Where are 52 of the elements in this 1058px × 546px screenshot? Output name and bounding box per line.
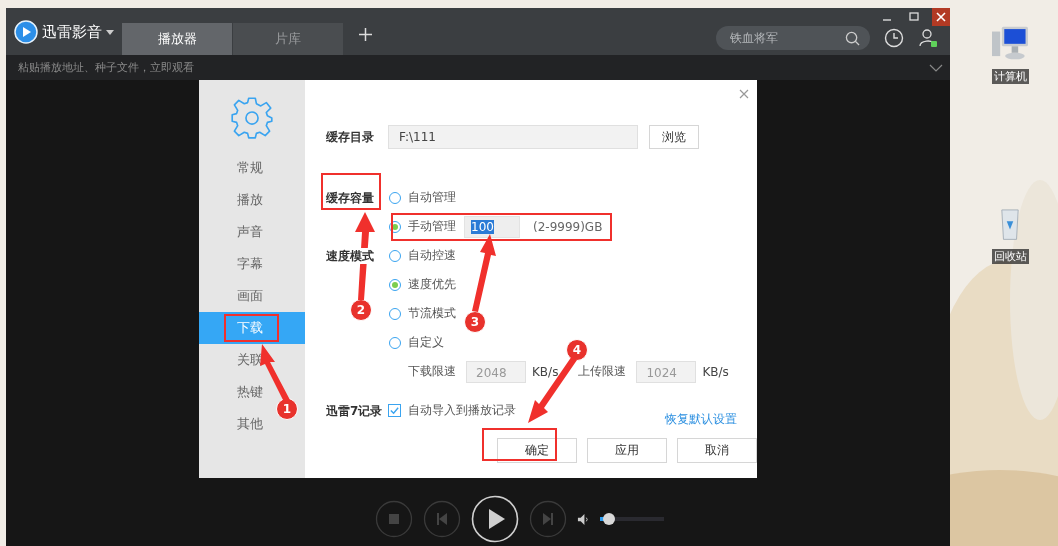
sidebar-item[interactable]: 字幕 <box>199 248 305 280</box>
unit-label: KB/s <box>532 364 559 379</box>
option-label[interactable]: 节流模式 <box>408 305 456 322</box>
dialog-button[interactable]: 取消 <box>677 438 757 463</box>
sidebar-item[interactable]: 播放 <box>199 184 305 216</box>
unit-label: KB/s <box>702 364 729 379</box>
size-field[interactable]: 100 <box>464 215 520 238</box>
history-icon[interactable] <box>884 28 904 48</box>
setting-label: 缓存容量 <box>326 189 374 206</box>
dialog-button[interactable]: 确定 <box>497 438 577 463</box>
desktop-icon-label[interactable]: 回收站 <box>991 249 1029 264</box>
dialog-button[interactable]: 应用 <box>587 438 667 463</box>
sidebar-item[interactable]: 常规 <box>199 152 305 184</box>
address-hint[interactable]: 粘贴播放地址、种子文件，立即观看 <box>18 60 194 75</box>
play-icon[interactable] <box>470 495 519 543</box>
tab[interactable]: 播放器 <box>122 23 232 55</box>
volume-thumb[interactable] <box>603 513 616 525</box>
sidebar-item[interactable]: 声音 <box>199 216 305 248</box>
logo-icon <box>14 20 38 44</box>
user-icon[interactable] <box>918 28 938 48</box>
chevron-down-icon[interactable] <box>929 63 943 72</box>
search-icon[interactable] <box>845 31 860 46</box>
limit-label: 上传限速 <box>578 363 627 380</box>
checkbox[interactable] <box>388 404 401 417</box>
option-label[interactable]: 速度优先 <box>408 276 456 293</box>
annotation-arrow <box>528 356 577 423</box>
browse-button[interactable]: 浏览 <box>649 125 699 149</box>
highlight-frame <box>224 314 279 342</box>
option-label[interactable]: 自定义 <box>408 334 444 351</box>
close-icon[interactable] <box>932 8 950 26</box>
option-label[interactable]: 自动管理 <box>408 189 456 206</box>
computer-icon[interactable] <box>990 25 1030 61</box>
limit-label: 下载限速 <box>408 363 456 380</box>
desktop-icon-label[interactable]: 计算机 <box>991 69 1029 84</box>
checkbox-label[interactable]: 自动导入到播放记录 <box>408 402 516 419</box>
range-label: (2-9999)GB <box>533 219 603 234</box>
path-field[interactable]: F:\111 <box>388 125 638 149</box>
app-name[interactable]: 迅雷影音 <box>42 23 102 42</box>
speaker-icon[interactable] <box>576 512 590 526</box>
add-tab-icon[interactable] <box>359 28 372 41</box>
option-label[interactable]: 自动控速 <box>408 247 456 264</box>
settings-icon <box>230 96 274 140</box>
highlight-frame <box>321 173 381 210</box>
search-field[interactable]: 铁血将军 <box>716 26 870 50</box>
option-label[interactable]: 手动管理 <box>408 218 456 235</box>
close-icon[interactable] <box>739 89 749 99</box>
setting-label: 速度模式 <box>326 247 374 264</box>
setting-label: 缓存目录 <box>326 129 374 145</box>
tab[interactable]: 片库 <box>233 23 343 55</box>
setting-label: 迅雷7记录 <box>326 402 383 419</box>
caret-icon[interactable] <box>106 30 114 35</box>
sidebar-item[interactable]: 画面 <box>199 280 305 312</box>
